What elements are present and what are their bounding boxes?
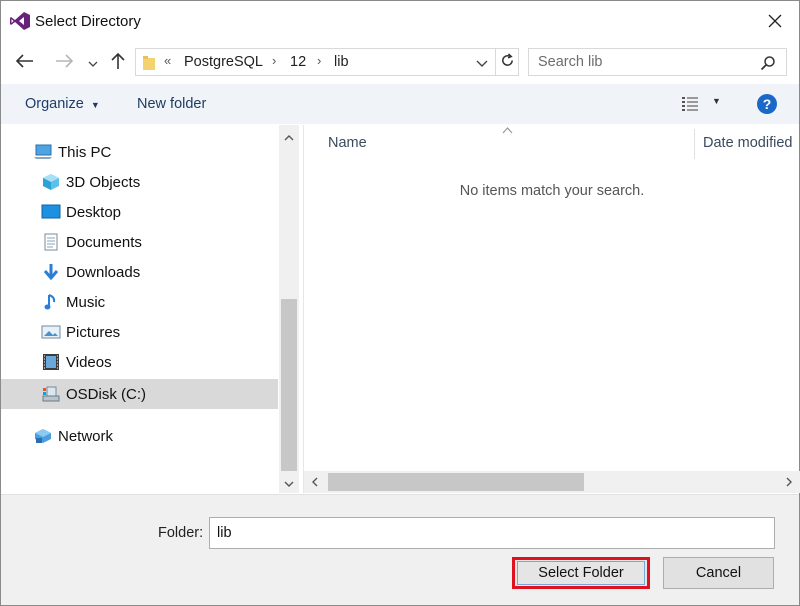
refresh-button[interactable]	[495, 48, 519, 76]
title-bar: Select Directory	[1, 1, 799, 43]
chevron-down-icon	[88, 54, 98, 70]
command-bar: Organize ▼ New folder ▼	[1, 84, 799, 124]
folder-name-input[interactable]	[209, 517, 775, 549]
breadcrumb-12[interactable]: 12	[290, 54, 306, 70]
horizontal-scrollbar[interactable]	[304, 471, 800, 493]
scroll-down-button[interactable]	[279, 471, 299, 493]
nav-item-osdisk[interactable]: OSDisk (C:)	[1, 379, 278, 409]
overflow-chevron[interactable]: «	[164, 53, 171, 68]
select-directory-dialog: Select Directory « PostgreSQL › 12 › lib…	[0, 0, 800, 606]
nav-item-label: OSDisk (C:)	[66, 385, 146, 403]
new-folder-button[interactable]: New folder	[137, 96, 206, 112]
back-button[interactable]	[11, 49, 39, 75]
nav-item-network[interactable]: Network	[1, 421, 278, 451]
nav-item-label: Videos	[66, 353, 112, 371]
search-placeholder: Search lib	[538, 54, 603, 70]
nav-item-videos[interactable]: Videos	[1, 347, 278, 377]
organize-menu[interactable]: Organize ▼	[25, 96, 100, 112]
address-bar[interactable]: « PostgreSQL › 12 › lib	[135, 48, 519, 76]
breadcrumb-postgresql[interactable]: PostgreSQL	[184, 54, 263, 70]
caret-down-icon: ▼	[90, 100, 100, 110]
search-box[interactable]: Search lib	[528, 48, 787, 76]
arrow-right-icon	[55, 53, 74, 71]
folder-label: Folder:	[158, 525, 204, 541]
nav-item-music[interactable]: Music	[1, 287, 278, 317]
nav-item-downloads[interactable]: Downloads	[1, 257, 278, 287]
nav-item-label: Documents	[66, 233, 142, 251]
network-icon	[33, 426, 53, 446]
file-list-pane: Name Date modified No items match your s…	[303, 125, 800, 493]
column-header-label: Date modified	[703, 135, 793, 151]
chevron-up-icon	[284, 128, 294, 144]
dialog-footer: Folder: Select Folder Cancel	[1, 494, 799, 605]
videos-icon	[41, 352, 61, 372]
column-header-date-modified[interactable]: Date modified	[703, 125, 799, 161]
dialog-title: Select Directory	[35, 13, 141, 30]
cancel-button[interactable]: Cancel	[663, 557, 774, 589]
3d-objects-icon	[41, 172, 61, 192]
caret-down-icon: ▼	[712, 96, 721, 106]
refresh-icon	[500, 53, 515, 71]
nav-item-label: This PC	[58, 143, 112, 161]
nav-item-label: 3D Objects	[66, 173, 141, 191]
nav-pane-scrollbar[interactable]	[279, 125, 299, 493]
column-header-name[interactable]: Name	[328, 125, 688, 161]
nav-item-label: Music	[66, 293, 106, 311]
close-button[interactable]	[751, 1, 799, 43]
nav-item-pictures[interactable]: Pictures	[1, 317, 278, 347]
column-header-label: Name	[328, 135, 367, 151]
address-history-button[interactable]	[472, 49, 492, 75]
breadcrumb-separator[interactable]: ›	[317, 53, 321, 68]
scroll-thumb[interactable]	[328, 473, 584, 491]
breadcrumb-separator[interactable]: ›	[272, 53, 276, 68]
nav-item-label: Network	[58, 427, 114, 445]
details-view-icon	[681, 96, 699, 115]
breadcrumb-lib[interactable]: lib	[334, 54, 349, 70]
nav-item-documents[interactable]: Documents	[1, 227, 278, 257]
chevron-down-icon	[476, 54, 488, 70]
music-icon	[41, 292, 61, 312]
arrow-up-icon	[111, 52, 125, 73]
select-folder-button[interactable]: Select Folder	[512, 557, 650, 589]
nav-item-label: Downloads	[66, 263, 141, 281]
documents-icon	[41, 232, 61, 252]
change-view-button[interactable]: ▼	[681, 94, 721, 114]
select-folder-focus-frame: Select Folder	[517, 561, 645, 585]
scroll-left-button[interactable]	[304, 471, 326, 493]
select-folder-label: Select Folder	[538, 565, 624, 581]
visual-studio-icon	[9, 11, 31, 31]
chevron-down-icon	[284, 474, 294, 490]
scroll-thumb[interactable]	[281, 299, 297, 471]
empty-message: No items match your search.	[459, 183, 645, 199]
close-icon	[768, 14, 782, 31]
downloads-icon	[41, 262, 61, 282]
help-icon: ?	[762, 96, 772, 112]
pc-icon	[33, 142, 53, 162]
nav-item-label: Desktop	[66, 203, 122, 221]
up-button[interactable]	[107, 49, 129, 75]
scroll-up-button[interactable]	[279, 125, 299, 147]
chevron-right-icon	[786, 474, 792, 490]
chevron-left-icon	[312, 474, 318, 490]
navigation-pane: This PC 3D Objects Desktop Documents Dow…	[1, 125, 279, 493]
help-button[interactable]: ?	[757, 94, 777, 114]
nav-item-3d-objects[interactable]: 3D Objects	[1, 167, 278, 197]
folder-icon	[142, 55, 156, 70]
column-divider[interactable]	[694, 129, 695, 159]
organize-label: Organize	[25, 96, 84, 112]
search-icon[interactable]	[760, 55, 776, 71]
cancel-label: Cancel	[695, 565, 742, 581]
scroll-right-button[interactable]	[778, 471, 800, 493]
drive-icon	[41, 384, 61, 404]
forward-button[interactable]	[51, 49, 77, 75]
pictures-icon	[41, 322, 61, 342]
arrow-left-icon	[15, 53, 34, 71]
nav-item-desktop[interactable]: Desktop	[1, 197, 278, 227]
desktop-icon	[41, 202, 61, 222]
nav-item-this-pc[interactable]: This PC	[1, 137, 278, 167]
recent-locations-button[interactable]	[85, 49, 101, 75]
nav-item-label: Pictures	[66, 323, 121, 341]
